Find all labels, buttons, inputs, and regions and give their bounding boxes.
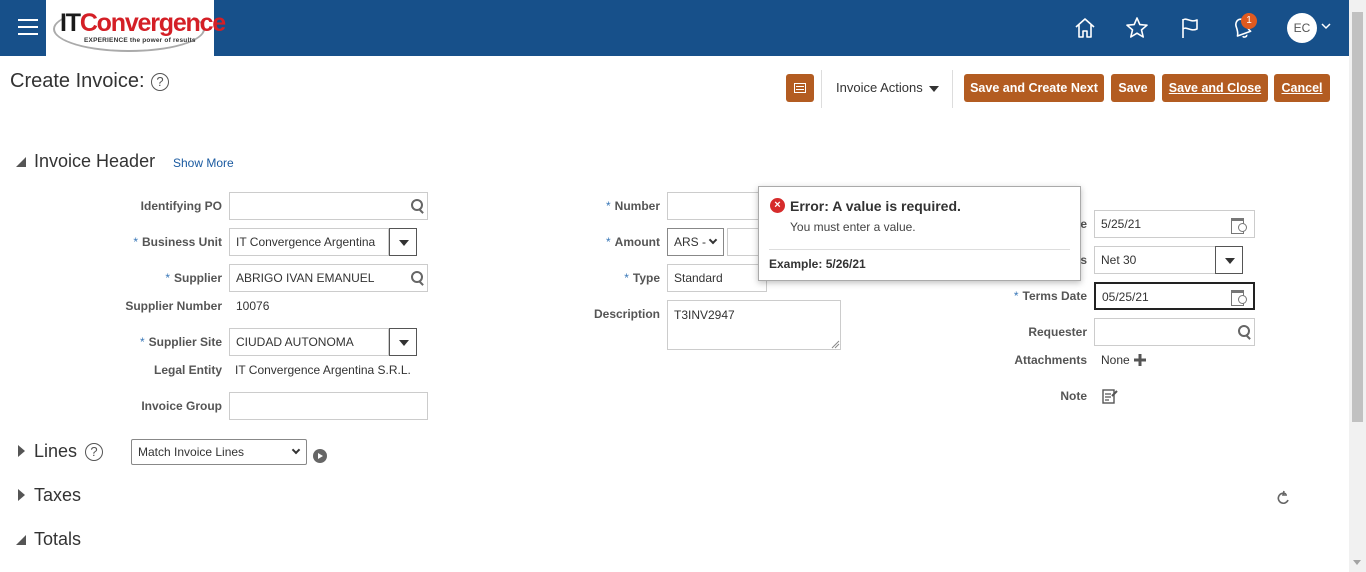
home-icon[interactable] — [1071, 14, 1099, 42]
refresh-icon[interactable] — [1276, 490, 1292, 506]
amount-label: * Amount — [606, 235, 660, 249]
identifying-po-input[interactable] — [229, 192, 428, 220]
terms-date-label: * Terms Date — [1013, 289, 1087, 303]
chevron-down-icon[interactable] — [1321, 22, 1331, 30]
supplier-site-select[interactable]: CIUDAD AUTONOMA — [229, 328, 389, 356]
error-example: Example: 5/26/21 — [769, 257, 866, 271]
note-label: Note — [1060, 389, 1087, 403]
calendar-icon[interactable] — [1231, 216, 1247, 234]
collapse-triangle-icon — [16, 157, 26, 167]
go-arrow-icon[interactable] — [313, 449, 327, 463]
type-label: * Type — [624, 271, 660, 285]
document-icon — [794, 83, 806, 93]
payment-terms-select[interactable]: Net 30 — [1094, 246, 1216, 274]
add-attachment-plus-icon[interactable] — [1133, 353, 1147, 367]
supplier-number-value: 10076 — [236, 299, 270, 313]
scroll-down-arrow-icon[interactable] — [1353, 560, 1361, 565]
invoice-actions-menu[interactable]: Invoice Actions — [836, 80, 939, 95]
save-and-create-next-button[interactable]: Save and Create Next — [964, 74, 1104, 102]
toolbar-divider — [952, 70, 953, 108]
search-icon[interactable] — [411, 199, 425, 213]
error-icon: × — [770, 198, 785, 213]
search-icon[interactable] — [1238, 325, 1252, 339]
hamburger-menu-icon[interactable] — [18, 19, 38, 35]
popup-divider — [769, 249, 1070, 250]
description-label: Description — [593, 307, 660, 321]
payment-terms-dropdown-button[interactable] — [1215, 246, 1243, 274]
legal-entity-value: IT Convergence Argentina S.R.L. — [235, 363, 411, 377]
currency-select[interactable]: ARS - — [667, 228, 724, 256]
lines-section-toggle[interactable]: Lines — [18, 441, 77, 462]
supplier-site-dropdown-button[interactable] — [389, 328, 417, 356]
resize-handle-icon[interactable] — [831, 340, 840, 349]
description-textarea[interactable]: T3INV2947 — [667, 300, 841, 350]
watchlist-flag-icon[interactable] — [1176, 14, 1204, 42]
supplier-label: * Supplier — [165, 271, 222, 285]
favorites-star-icon[interactable] — [1123, 14, 1151, 42]
identifying-po-label: Identifying PO — [140, 199, 222, 213]
payment-terms-label: s — [1080, 253, 1087, 267]
business-unit-label: * Business Unit — [133, 235, 222, 249]
legal-entity-label: Legal Entity — [153, 363, 222, 377]
scrollbar-thumb[interactable] — [1352, 12, 1363, 422]
attachments-label: Attachments — [1014, 353, 1087, 367]
requester-label: Requester — [1028, 325, 1087, 339]
match-invoice-lines-select[interactable]: Match Invoice Lines — [131, 439, 307, 465]
view-icon-button[interactable] — [786, 74, 814, 102]
supplier-site-label: * Supplier Site — [139, 335, 222, 349]
user-avatar[interactable]: EC — [1287, 13, 1317, 43]
expand-triangle-icon — [18, 489, 25, 501]
search-icon[interactable] — [411, 271, 425, 285]
note-edit-icon[interactable] — [1102, 388, 1118, 404]
business-unit-dropdown-button[interactable] — [389, 228, 417, 256]
collapse-triangle-icon — [16, 535, 26, 545]
help-icon[interactable]: ? — [85, 443, 103, 461]
number-label: * Number — [605, 199, 660, 213]
page-title: Create Invoice: — [10, 70, 145, 92]
save-and-close-button[interactable]: Save and Close — [1162, 74, 1268, 102]
caret-down-icon — [928, 85, 939, 92]
help-icon[interactable]: ? — [151, 73, 169, 91]
top-bar: ITConvergence EXPERIENCE the power of re… — [0, 0, 1366, 56]
invoice-group-input[interactable] — [229, 392, 428, 420]
supplier-number-label: Supplier Number — [125, 299, 222, 313]
toolbar-divider — [821, 70, 822, 108]
expand-triangle-icon — [18, 445, 25, 457]
totals-section-toggle[interactable]: Totals — [16, 529, 81, 550]
number-input[interactable] — [667, 192, 767, 220]
requester-input[interactable] — [1094, 318, 1255, 346]
notification-count-badge: 1 — [1241, 13, 1257, 29]
taxes-section-toggle[interactable]: Taxes — [18, 485, 81, 506]
invoice-group-label: Invoice Group — [141, 399, 222, 413]
business-unit-select[interactable]: IT Convergence Argentina — [229, 228, 389, 256]
logo-tagline: EXPERIENCE the power of results — [84, 37, 196, 44]
logo-text: ITConvergence — [60, 9, 226, 37]
type-select[interactable]: Standard — [667, 264, 767, 292]
error-title: Error: A value is required. — [790, 198, 961, 214]
attachments-value: None — [1101, 353, 1130, 367]
company-logo[interactable]: ITConvergence EXPERIENCE the power of re… — [46, 0, 226, 56]
save-button[interactable]: Save — [1111, 74, 1155, 102]
show-more-link[interactable]: Show More — [173, 156, 234, 170]
error-message: You must enter a value. — [790, 220, 916, 234]
supplier-input[interactable]: ABRIGO IVAN EMANUEL — [229, 264, 428, 292]
calendar-icon[interactable] — [1231, 288, 1247, 306]
invoice-header-section-toggle[interactable]: Invoice Header — [16, 151, 155, 172]
cancel-button[interactable]: Cancel — [1274, 74, 1330, 102]
error-popup: × Error: A value is required. You must e… — [758, 186, 1081, 281]
invoice-date-label: e — [1080, 217, 1087, 231]
